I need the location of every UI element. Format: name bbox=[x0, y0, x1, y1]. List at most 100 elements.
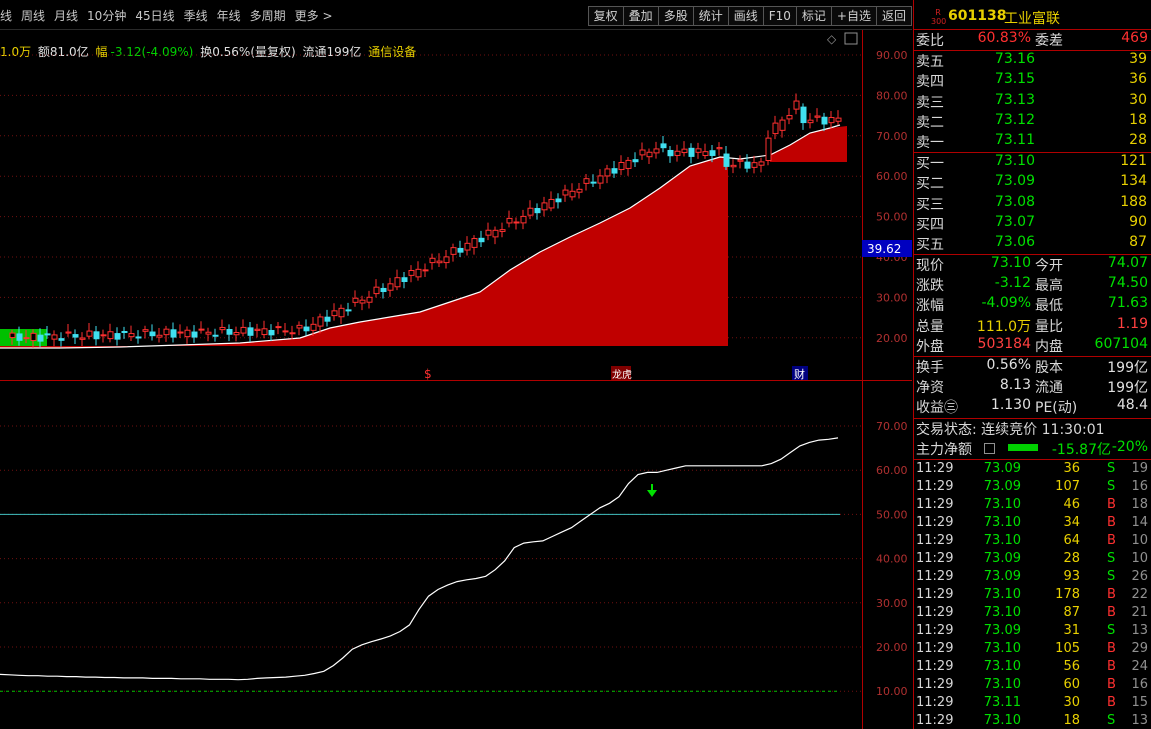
candle-body bbox=[548, 198, 555, 209]
trade-price: 73.10 bbox=[983, 604, 1021, 620]
ask-row[interactable]: 卖二 73.12 18 bbox=[914, 112, 1151, 132]
candle-body bbox=[632, 159, 639, 163]
candle-body bbox=[499, 229, 506, 232]
tool-button-6[interactable]: 标记 bbox=[795, 6, 831, 26]
quote-stats-2: 换手 0.56% 股本 199亿 净资 8.13 流通 199亿 收益㊂ 1.130 PE(动) 48… bbox=[914, 357, 1151, 418]
level-label: 买二 bbox=[916, 176, 944, 193]
mainforce-row[interactable]: 主力净额 -15.87亿 -20% bbox=[914, 439, 1151, 459]
bid-row[interactable]: 买二 73.09 134 bbox=[914, 173, 1151, 193]
trade-time: 11:29 bbox=[916, 586, 954, 602]
quote-value: -4.09% bbox=[981, 295, 1031, 312]
ask-row[interactable]: 卖一 73.11 28 bbox=[914, 132, 1151, 152]
quote-label: 流通 bbox=[1035, 380, 1063, 397]
trade-ticks: 11:29 73.09 36 S 19 11:29 73.09 107 S 16 11:29 73.1… bbox=[914, 460, 1151, 729]
candle-body bbox=[772, 122, 779, 135]
candle-body bbox=[205, 331, 212, 335]
level-volume: 90 bbox=[1129, 213, 1147, 230]
tool-button-8[interactable]: 返回 bbox=[875, 6, 912, 26]
trade-row: 11:29 73.09 28 S 10 bbox=[914, 551, 1151, 569]
y-tick-label: 70.00 bbox=[876, 130, 908, 143]
quote-row: 外盘 503184 内盘 607104 bbox=[914, 336, 1151, 356]
tool-button-4[interactable]: 画线 bbox=[727, 6, 763, 26]
ask-row[interactable]: 卖四 73.15 36 bbox=[914, 71, 1151, 91]
trade-price: 73.10 bbox=[983, 586, 1021, 602]
level-volume: 121 bbox=[1120, 153, 1147, 170]
tool-button-1[interactable]: 叠加 bbox=[622, 6, 658, 26]
level-label: 卖二 bbox=[916, 114, 944, 131]
indicator-chart[interactable]: 70.00 60.00 50.00 40.00 30.00 20.00 10.00 bbox=[0, 382, 912, 729]
level-price: 73.08 bbox=[994, 193, 1035, 210]
candle-body bbox=[681, 148, 688, 154]
dividend-marker[interactable]: $ bbox=[424, 367, 432, 381]
indicator-axis: 70.00 60.00 50.00 40.00 30.00 20.00 10.00 bbox=[876, 420, 908, 698]
bid-row[interactable]: 买四 73.07 90 bbox=[914, 214, 1151, 234]
bid-book: 买一 73.10 121 买二 73.09 134 买三 73.08 188 买四 73.07 90 买… bbox=[914, 153, 1151, 254]
tool-button-7[interactable]: +自选 bbox=[830, 6, 876, 26]
quote-value: 1.130 bbox=[990, 397, 1031, 414]
finance-marker[interactable]: 财 bbox=[794, 367, 805, 381]
candle-body bbox=[184, 329, 191, 338]
diamond-icon[interactable]: ◇ bbox=[827, 32, 837, 46]
tool-button-2[interactable]: 多股 bbox=[657, 6, 693, 26]
period-tab-7[interactable]: 多周期 bbox=[250, 7, 286, 24]
trade-volume: 178 bbox=[1055, 586, 1080, 602]
trade-row: 11:29 73.10 178 B 22 bbox=[914, 587, 1151, 605]
period-tab-4[interactable]: 45日线 bbox=[135, 7, 174, 24]
trade-count: 10 bbox=[1131, 550, 1148, 566]
candle-body bbox=[786, 115, 793, 120]
lhb-marker[interactable]: 龙虎 bbox=[612, 368, 632, 381]
period-tab-5[interactable]: 季线 bbox=[184, 7, 208, 24]
tool-button-0[interactable]: 复权 bbox=[587, 6, 623, 26]
list-icon[interactable] bbox=[984, 442, 995, 454]
trade-count: 29 bbox=[1131, 640, 1148, 656]
bid-row[interactable]: 买一 73.10 121 bbox=[914, 153, 1151, 173]
level-price: 73.09 bbox=[994, 173, 1035, 190]
quote-row: 总量 111.0万 量比 1.19 bbox=[914, 316, 1151, 336]
candle-body bbox=[394, 277, 401, 288]
period-tab-6[interactable]: 年线 bbox=[217, 7, 241, 24]
trade-price: 73.09 bbox=[983, 568, 1021, 584]
level-label: 卖四 bbox=[916, 74, 944, 91]
period-tab-2[interactable]: 月线 bbox=[54, 7, 78, 24]
trade-volume: 107 bbox=[1055, 478, 1080, 494]
trade-volume: 60 bbox=[1063, 676, 1080, 692]
level-volume: 30 bbox=[1129, 91, 1147, 108]
candle-body bbox=[100, 334, 107, 337]
y-tick-label: 60.00 bbox=[876, 170, 908, 183]
trade-time: 11:29 bbox=[916, 478, 954, 494]
y-tick-label: 50.00 bbox=[876, 508, 908, 521]
trade-time: 11:29 bbox=[916, 568, 954, 584]
candle-body bbox=[268, 329, 275, 336]
weibi-row: 委比 60.83% 委差 469 bbox=[914, 30, 1151, 50]
candle-body bbox=[247, 327, 254, 336]
bid-row[interactable]: 买三 73.08 188 bbox=[914, 194, 1151, 214]
trade-count: 24 bbox=[1131, 658, 1148, 674]
tool-button-3[interactable]: 统计 bbox=[692, 6, 728, 26]
candle-body bbox=[72, 334, 79, 338]
candle-body bbox=[58, 338, 65, 341]
candle-body bbox=[709, 150, 716, 156]
ask-row[interactable]: 卖三 73.13 30 bbox=[914, 92, 1151, 112]
quote-label: 总量 bbox=[916, 318, 944, 335]
bid-row[interactable]: 买五 73.06 87 bbox=[914, 234, 1151, 254]
kline-chart[interactable]: 90.0080.0070.0060.0050.0040.0030.0020.00… bbox=[0, 30, 912, 382]
period-tab-0[interactable]: 线 bbox=[0, 7, 12, 24]
period-tab-8[interactable]: 更多 > bbox=[295, 7, 333, 24]
trade-price: 73.10 bbox=[983, 712, 1021, 728]
candle-body bbox=[107, 331, 114, 340]
y-tick-label: 90.00 bbox=[876, 49, 908, 62]
candle-body bbox=[569, 190, 576, 198]
candle-body bbox=[744, 161, 751, 169]
period-tab-1[interactable]: 周线 bbox=[21, 7, 45, 24]
level-label: 买四 bbox=[916, 216, 944, 233]
candle-body bbox=[275, 326, 282, 329]
candle-body bbox=[646, 151, 653, 158]
window-icon[interactable] bbox=[844, 32, 858, 45]
candle-body bbox=[702, 151, 709, 157]
tool-button-5[interactable]: F10 bbox=[762, 6, 796, 26]
trade-count: 22 bbox=[1131, 586, 1148, 602]
ask-row[interactable]: 卖五 73.16 39 bbox=[914, 51, 1151, 71]
quote-stats: 现价 73.10 今开 74.07 涨跌 -3.12 最高 74.50 涨幅 -4.09% 最低 71… bbox=[914, 255, 1151, 356]
period-tab-3[interactable]: 10分钟 bbox=[87, 7, 126, 24]
candle-body bbox=[471, 238, 478, 248]
